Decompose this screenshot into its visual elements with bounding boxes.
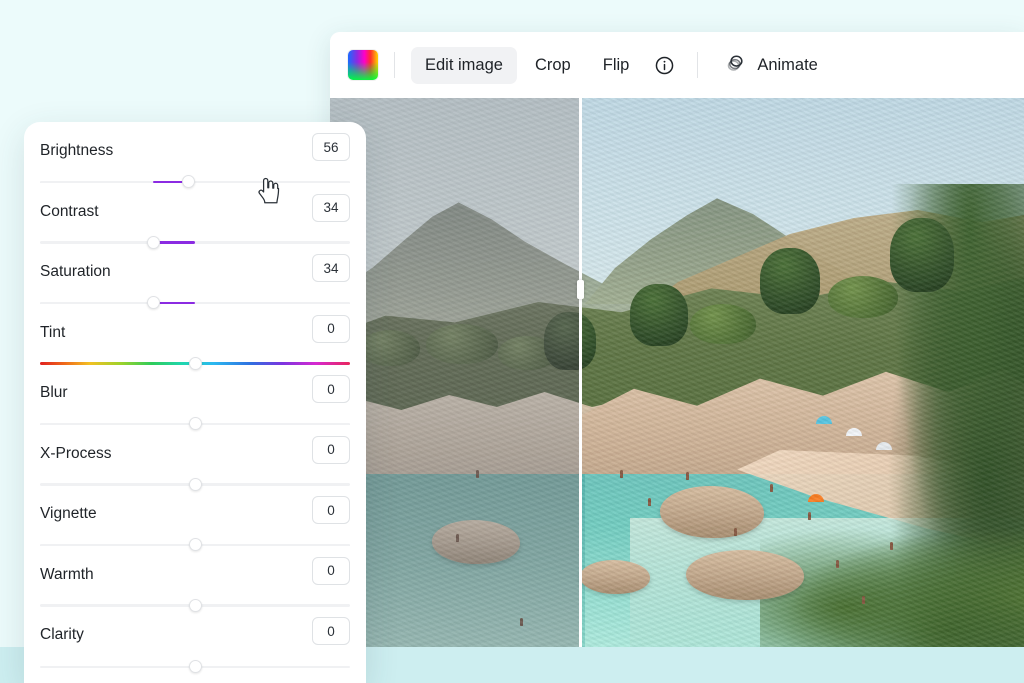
slider-value-field[interactable]: 0: [312, 375, 350, 403]
layers-circle-icon: [724, 51, 747, 79]
scene-after: [579, 98, 1024, 647]
slider-label: Saturation: [40, 263, 111, 281]
before-after-divider-handle[interactable]: [577, 280, 584, 299]
slider-row-saturation: Saturation 34: [40, 243, 350, 304]
color-gradient-swatch-icon[interactable]: [348, 50, 378, 80]
before-after-divider[interactable]: [579, 98, 582, 647]
scene-before: [330, 98, 579, 647]
slider-label: Contrast: [40, 203, 99, 221]
slider-value-field[interactable]: 34: [312, 194, 350, 222]
animate-label: Animate: [757, 56, 818, 75]
slider-row-x-process: X-Process 0: [40, 425, 350, 486]
slider-row-vignette: Vignette 0: [40, 485, 350, 546]
slider-value-field[interactable]: 56: [312, 133, 350, 161]
adjustments-panel: Brightness56Contrast34Saturation34Tint0B…: [24, 122, 366, 683]
info-circle-icon[interactable]: [647, 48, 681, 82]
slider-value-field[interactable]: 0: [312, 557, 350, 585]
slider-label: Clarity: [40, 626, 84, 644]
toolbar-divider-2: [697, 52, 698, 78]
slider-row-tint: Tint 0: [40, 304, 350, 365]
photo-after-half: [579, 98, 1024, 647]
slider-row-brightness: Brightness 56: [40, 122, 350, 183]
slider-value-field[interactable]: 0: [312, 315, 350, 343]
slider-row-blur: Blur 0: [40, 364, 350, 425]
slider-handle[interactable]: [189, 660, 202, 673]
tab-crop[interactable]: Crop: [521, 47, 585, 84]
slider-value-field[interactable]: 0: [312, 436, 350, 464]
slider-control[interactable]: [40, 664, 350, 670]
slider-label: Vignette: [40, 505, 97, 523]
image-editor-window: Edit image Crop Flip: [330, 32, 1024, 647]
slider-label: Warmth: [40, 566, 94, 584]
photo-before-half: [330, 98, 579, 647]
photo-canvas[interactable]: [330, 98, 1024, 647]
slider-label: X-Process: [40, 445, 112, 463]
slider-row-contrast: Contrast 34: [40, 183, 350, 244]
editor-toolbar: Edit image Crop Flip: [330, 32, 1024, 98]
slider-row-warmth: Warmth 0: [40, 546, 350, 607]
tab-flip[interactable]: Flip: [589, 47, 644, 84]
tab-edit-image[interactable]: Edit image: [411, 47, 517, 84]
animate-button[interactable]: Animate: [714, 44, 828, 86]
slider-row-clarity: Clarity 0: [40, 606, 350, 667]
screenshot-root: Edit image Crop Flip: [0, 0, 1024, 683]
toolbar-divider: [394, 52, 395, 78]
slider-label: Blur: [40, 384, 68, 402]
slider-value-field[interactable]: 0: [312, 617, 350, 645]
slider-label: Brightness: [40, 142, 113, 160]
slider-value-field[interactable]: 34: [312, 254, 350, 282]
slider-label: Tint: [40, 324, 65, 342]
slider-value-field[interactable]: 0: [312, 496, 350, 524]
